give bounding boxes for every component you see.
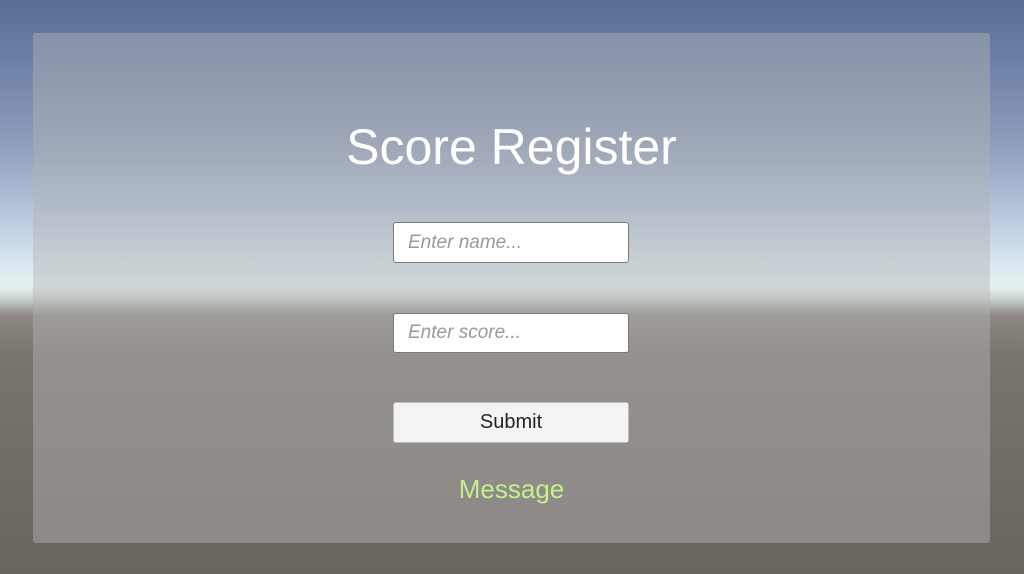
name-input[interactable]	[393, 222, 629, 263]
submit-button[interactable]: Submit	[393, 402, 629, 443]
score-input[interactable]	[393, 313, 629, 353]
page-title: Score Register	[346, 119, 677, 175]
status-message: Message	[458, 474, 565, 504]
submit-button-label: Submit	[479, 411, 543, 433]
score-register-panel: Score Register Submit Message	[33, 33, 990, 543]
